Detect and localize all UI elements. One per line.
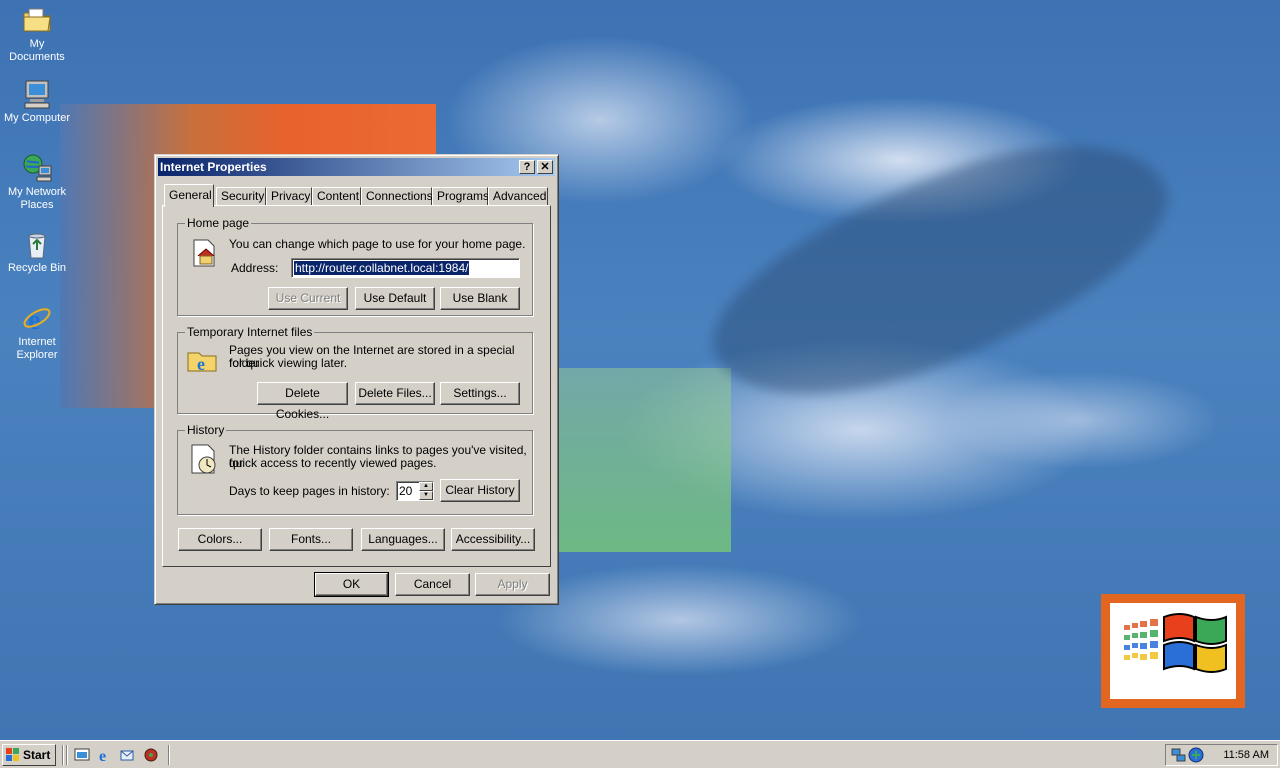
show-desktop-icon[interactable] <box>74 747 90 763</box>
desktop-icon-label: My Documents <box>9 38 65 63</box>
network-places-icon <box>23 154 52 182</box>
desktop-icon-my-documents[interactable]: My Documents <box>0 4 74 64</box>
group-title: History <box>185 423 227 437</box>
days-label: Days to keep pages in history: <box>229 484 390 498</box>
days-stepper[interactable]: 20 ▲ ▼ <box>396 481 434 501</box>
history-icon <box>191 444 216 474</box>
delete-cookies-button[interactable]: Delete Cookies... <box>257 382 348 421</box>
desktop-icon-label: My Computer <box>3 112 71 124</box>
computer-icon <box>24 80 50 109</box>
windows-logo <box>1101 594 1245 708</box>
history-description-2: quick access to recently viewed pages. <box>229 456 437 470</box>
tab-privacy[interactable]: Privacy <box>266 187 312 206</box>
help-button[interactable]: ? <box>519 160 535 174</box>
cancel-button[interactable]: Cancel <box>395 573 470 596</box>
svg-text:e: e <box>197 354 205 374</box>
svg-text:e: e <box>99 748 106 763</box>
colors-button[interactable]: Colors... <box>178 528 262 551</box>
desktop-icon-internet-explorer[interactable]: e Internet Explorer <box>0 302 74 362</box>
taskbar-separator <box>62 745 64 765</box>
desktop-icon-label: Internet Explorer <box>16 336 58 361</box>
wallpaper-silhouette <box>683 103 1197 437</box>
folder-documents-icon <box>23 8 51 32</box>
home-page-group: Home page You can change which page to u… <box>177 216 533 316</box>
dialog-title: Internet Properties <box>160 160 267 174</box>
temp-files-description-2: for quick viewing later. <box>229 356 348 370</box>
delete-files-button[interactable]: Delete Files... <box>355 382 435 405</box>
address-value: http://router.collabnet.local:1984/ <box>294 261 470 275</box>
svg-text:e: e <box>28 305 40 334</box>
desktop-icon-label: My Network Places <box>7 186 67 211</box>
home-page-description: You can change which page to use for you… <box>229 237 526 251</box>
tab-advanced[interactable]: Advanced <box>488 187 548 206</box>
system-tray: 11:58 AM <box>1165 744 1278 766</box>
spin-down-icon[interactable]: ▼ <box>419 491 433 500</box>
tab-content[interactable]: Content <box>312 187 361 206</box>
windows-flag-icon <box>6 748 19 761</box>
close-icon: ✕ <box>540 161 550 173</box>
tab-general[interactable]: General <box>164 184 214 207</box>
internet-explorer-icon[interactable]: e <box>97 747 113 763</box>
group-title: Temporary Internet files <box>185 325 315 339</box>
temporary-files-group: Temporary Internet files e Pages you vie… <box>177 325 533 421</box>
general-tab-panel: Home page You can change which page to u… <box>162 205 551 567</box>
dialog-titlebar[interactable]: Internet Properties ? ✕ <box>158 158 555 176</box>
tab-connections[interactable]: Connections <box>361 187 433 206</box>
taskbar-separator <box>168 745 170 765</box>
desktop-icon-recycle-bin[interactable]: Recycle Bin <box>0 228 74 275</box>
desktop-icon-label: Recycle Bin <box>7 262 67 274</box>
media-player-icon[interactable] <box>143 747 159 763</box>
settings-button[interactable]: Settings... <box>440 382 520 405</box>
address-label: Address: <box>231 261 279 275</box>
internet-explorer-icon: e <box>23 305 51 334</box>
start-label: Start <box>23 748 51 762</box>
history-group: History The History folder contains link… <box>177 423 533 515</box>
clock: 11:58 AM <box>1223 749 1269 761</box>
taskbar-separator <box>66 745 68 765</box>
network-tray-icon[interactable] <box>1171 747 1187 763</box>
fonts-button[interactable]: Fonts... <box>269 528 353 551</box>
outlook-express-icon[interactable] <box>120 747 136 763</box>
apply-button[interactable]: Apply <box>475 573 550 596</box>
accessibility-button[interactable]: Accessibility... <box>451 528 535 551</box>
group-title: Home page <box>185 216 252 230</box>
address-field[interactable]: http://router.collabnet.local:1984/ <box>291 258 520 278</box>
clear-history-button[interactable]: Clear History <box>440 479 520 502</box>
use-default-button[interactable]: Use Default <box>355 287 435 310</box>
update-tray-icon[interactable] <box>1188 747 1204 763</box>
spin-up-icon[interactable]: ▲ <box>419 482 433 491</box>
use-current-button[interactable]: Use Current <box>268 287 348 310</box>
start-button[interactable]: Start <box>2 744 56 766</box>
ok-button[interactable]: OK <box>314 572 389 597</box>
close-button[interactable]: ✕ <box>537 160 553 174</box>
tab-programs[interactable]: Programs <box>432 187 489 206</box>
desktop: My Documents My Computer My Network Plac… <box>0 0 1280 740</box>
windows-flag-icon <box>1124 613 1227 673</box>
help-icon: ? <box>523 161 531 173</box>
temp-files-icon: e <box>187 352 217 374</box>
internet-properties-dialog: Internet Properties ? ✕ General Security… <box>154 154 559 605</box>
wallpaper-green-block <box>555 368 731 552</box>
recycle-bin-icon <box>28 233 46 259</box>
use-blank-button[interactable]: Use Blank <box>440 287 520 310</box>
desktop-icon-my-computer[interactable]: My Computer <box>0 78 74 125</box>
days-value: 20 <box>399 484 413 498</box>
tab-security[interactable]: Security <box>216 187 266 206</box>
desktop-icon-my-network-places[interactable]: My Network Places <box>0 152 74 212</box>
languages-button[interactable]: Languages... <box>361 528 445 551</box>
home-page-icon <box>193 239 215 267</box>
taskbar: Start e 11:58 AM <box>0 740 1280 768</box>
